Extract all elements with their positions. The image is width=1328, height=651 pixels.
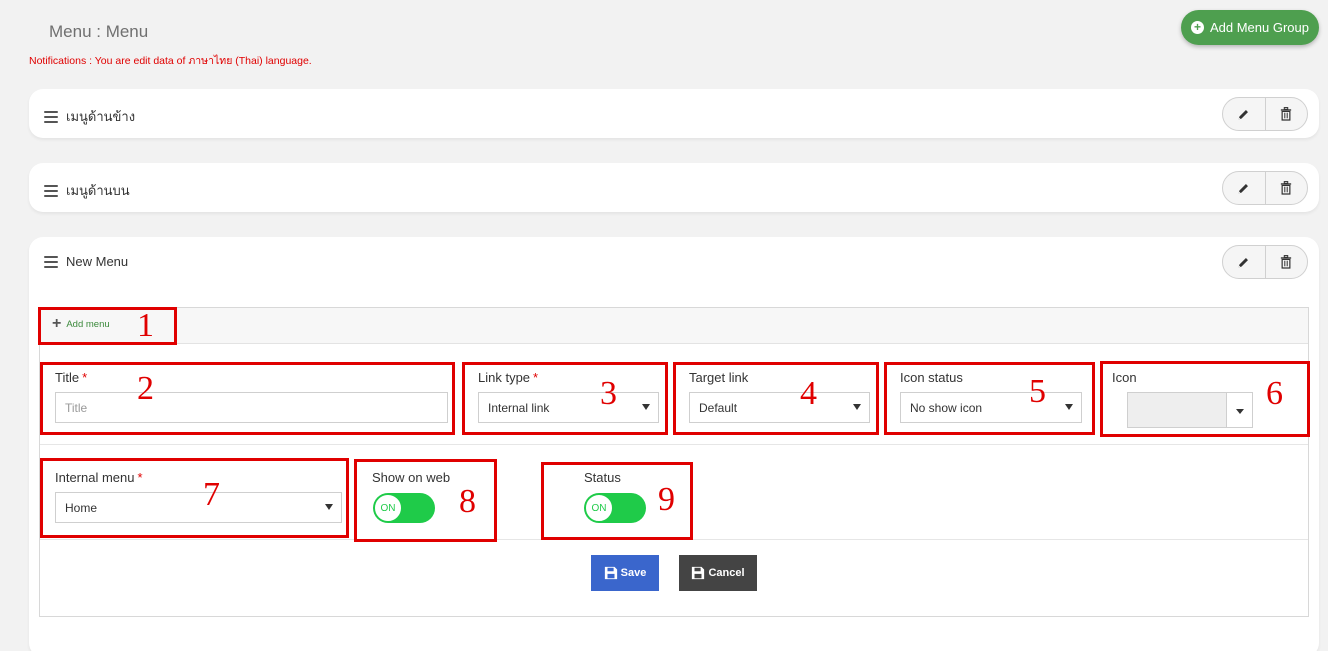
plus-circle-icon: + (1190, 21, 1204, 34)
icon-status-select[interactable]: No show icon (900, 392, 1082, 423)
annotation-number: 2 (137, 370, 154, 407)
floppy-disk-icon (604, 566, 617, 580)
trash-icon (1281, 107, 1292, 121)
menu-editor-panel: + Add menu (39, 307, 1309, 617)
link-type-label: Link type * (478, 370, 539, 385)
menu-group-actions (1222, 97, 1308, 131)
menu-group-card: เมนูด้านบน (29, 163, 1319, 212)
status-toggle[interactable]: ON (584, 493, 646, 523)
annotation-number: 7 (203, 476, 220, 513)
language-notification: Notifications : You are edit data of ภาษ… (29, 55, 312, 67)
caret-down-icon (1065, 404, 1073, 410)
annotation-number: 3 (600, 375, 617, 412)
icon-status-value: No show icon (910, 400, 983, 415)
menu-group-header[interactable]: เมนูด้านบน (44, 180, 130, 201)
floppy-disk-icon (692, 566, 705, 580)
icon-picker[interactable] (1127, 392, 1253, 428)
drag-handle-icon[interactable] (44, 255, 58, 268)
menu-group-actions (1222, 245, 1308, 279)
toggle-knob: ON (374, 494, 402, 522)
drag-handle-icon[interactable] (44, 110, 58, 123)
add-menu-bar: + Add menu (40, 308, 1308, 344)
target-link-value: Default (699, 400, 738, 415)
toggle-knob: ON (585, 494, 613, 522)
pencil-icon (1238, 257, 1249, 267)
add-menu-link[interactable]: + Add menu (52, 315, 110, 332)
save-label: Save (620, 567, 647, 579)
menu-group-header[interactable]: New Menu (44, 254, 128, 269)
link-type-select[interactable]: Internal link (478, 392, 659, 423)
delete-button[interactable] (1264, 172, 1308, 204)
annotation-number: 4 (800, 375, 817, 412)
trash-icon (1281, 255, 1292, 269)
internal-menu-value: Home (65, 500, 98, 515)
drag-handle-icon[interactable] (44, 184, 58, 197)
link-type-value: Internal link (488, 400, 550, 415)
icon-picker-dropdown-button[interactable] (1226, 393, 1252, 427)
menu-group-title: เมนูด้านบน (66, 183, 130, 198)
save-button[interactable]: Save (591, 555, 659, 591)
annotation-number: 8 (459, 483, 476, 520)
cancel-label: Cancel (708, 567, 745, 579)
add-menu-label: Add menu (66, 318, 110, 330)
annotation-number: 1 (137, 307, 154, 344)
plus-icon: + (52, 315, 62, 332)
delete-button[interactable] (1264, 246, 1308, 278)
page-title: Menu : Menu (49, 22, 149, 41)
edit-button[interactable] (1223, 172, 1265, 204)
target-link-select[interactable]: Default (689, 392, 870, 423)
annotation-number: 5 (1029, 373, 1046, 410)
add-menu-group-button[interactable]: + Add Menu Group (1181, 10, 1319, 45)
show-on-web-toggle[interactable]: ON (373, 493, 435, 523)
menu-group-actions (1222, 171, 1308, 205)
edit-button[interactable] (1223, 98, 1265, 130)
internal-menu-select[interactable]: Home (55, 492, 342, 523)
annotation-number: 6 (1266, 375, 1283, 412)
icon-label: Icon (1112, 370, 1137, 385)
caret-down-icon (325, 504, 333, 510)
menu-group-card: เมนูด้านข้าง (29, 89, 1319, 138)
menu-group-title: เมนูด้านข้าง (66, 109, 136, 124)
cancel-button[interactable]: Cancel (679, 555, 757, 591)
annotation-number: 9 (658, 481, 675, 518)
menu-group-header[interactable]: เมนูด้านข้าง (44, 106, 135, 127)
internal-menu-label: Internal menu * (55, 470, 143, 485)
icon-status-label: Icon status (900, 370, 963, 385)
delete-button[interactable] (1264, 98, 1308, 130)
title-label: Title * (55, 370, 88, 385)
menu-group-title: New Menu (66, 254, 129, 269)
show-on-web-label: Show on web (372, 470, 451, 485)
pencil-icon (1238, 183, 1249, 193)
caret-down-icon (853, 404, 861, 410)
divider (40, 444, 1308, 445)
trash-icon (1281, 181, 1292, 195)
target-link-label: Target link (689, 370, 749, 385)
status-label: Status (584, 470, 621, 485)
caret-down-icon (642, 404, 650, 410)
title-input[interactable] (55, 392, 448, 423)
divider (40, 539, 1308, 540)
edit-button[interactable] (1223, 246, 1265, 278)
pencil-icon (1238, 109, 1249, 119)
caret-down-icon (1236, 409, 1244, 414)
add-menu-group-label: Add Menu Group (1209, 20, 1309, 35)
